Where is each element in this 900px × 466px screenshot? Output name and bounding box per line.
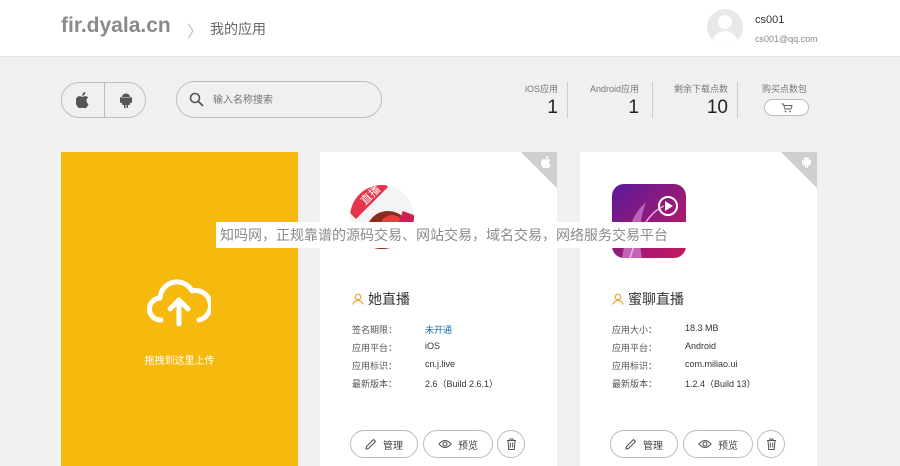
- info-value: Android: [685, 341, 717, 351]
- apple-icon: [541, 156, 551, 168]
- info-value: iOS: [425, 341, 441, 351]
- platform-filter: [61, 82, 146, 118]
- info-key: 应用标识：: [612, 361, 658, 371]
- info-value: 1.2.4（Build 13）: [685, 379, 756, 389]
- user-name[interactable]: cs001: [755, 14, 784, 26]
- search-input[interactable]: [213, 91, 363, 109]
- info-key: 应用大小：: [612, 325, 658, 335]
- buy-points-label: 购买点数包: [761, 84, 807, 94]
- info-value: com.miliao.ui: [685, 359, 738, 369]
- manage-label: 管理: [643, 440, 663, 452]
- info-key: 应用平台：: [612, 343, 658, 353]
- info-key: 应用平台：: [352, 343, 398, 353]
- info-key: 最新版本：: [612, 379, 658, 389]
- stat-ios: iOS应用 1: [508, 82, 558, 119]
- info-key: 最新版本：: [352, 379, 398, 389]
- preview-label: 预览: [718, 440, 738, 452]
- stat-android: Android应用 1: [580, 82, 639, 119]
- app-name-text: 她直播: [368, 291, 410, 307]
- eye-icon: [698, 439, 712, 449]
- breadcrumb[interactable]: 我的应用: [210, 19, 266, 39]
- watermark-banner: 知吗网，正规靠谱的源码交易、网站交易，域名交易，网络服务交易平台: [216, 222, 686, 248]
- preview-label: 预览: [458, 440, 478, 452]
- breadcrumb-separator: 〉: [187, 24, 204, 41]
- manage-button[interactable]: 管理: [350, 430, 418, 458]
- cloud-upload-icon: [147, 279, 211, 327]
- manage-button[interactable]: 管理: [610, 430, 678, 458]
- edit-icon: [365, 438, 377, 450]
- android-icon: [120, 93, 132, 108]
- cart-icon: [781, 103, 793, 112]
- site-logo[interactable]: fir.dyala.cn: [61, 14, 171, 38]
- app-name[interactable]: 她直播: [352, 289, 410, 309]
- info-value[interactable]: 未开通: [425, 323, 452, 336]
- stat-android-value: 1: [628, 97, 639, 118]
- search-box: [176, 81, 382, 118]
- search-icon: [189, 92, 204, 107]
- filter-android-button[interactable]: [105, 83, 147, 117]
- edit-icon: [625, 438, 637, 450]
- trash-icon: [766, 438, 776, 450]
- stat-downloads: 剩余下载点数 10: [662, 82, 728, 119]
- app-name-text: 蜜聊直播: [628, 291, 684, 307]
- trash-icon: [506, 438, 516, 450]
- delete-button[interactable]: [497, 430, 525, 458]
- app-name[interactable]: 蜜聊直播: [612, 289, 684, 309]
- stat-android-label: Android应用: [589, 84, 639, 94]
- info-value: 2.6（Build 2.6.1）: [425, 379, 499, 389]
- android-icon: [802, 157, 811, 168]
- info-value: 18.3 MB: [685, 323, 719, 333]
- avatar[interactable]: [707, 9, 743, 45]
- info-value: cn.j.live: [425, 359, 456, 369]
- top-header: fir.dyala.cn 〉 我的应用 cs001 cs001@qq.com: [0, 0, 900, 57]
- upload-label: 拖拽到这里上传: [144, 356, 215, 367]
- eye-icon: [438, 439, 452, 449]
- buy-points: 购买点数包: [762, 82, 809, 116]
- stat-downloads-value: 10: [706, 97, 728, 118]
- apple-icon: [76, 92, 89, 108]
- user-icon: [612, 293, 624, 305]
- stat-downloads-label: 剩余下载点数: [673, 84, 728, 94]
- delete-button[interactable]: [757, 430, 785, 458]
- cart-button[interactable]: [764, 99, 809, 116]
- user-email: cs001@qq.com: [755, 34, 818, 44]
- stat-ios-label: iOS应用: [524, 84, 558, 94]
- user-icon: [352, 293, 364, 305]
- stat-ios-value: 1: [547, 97, 558, 118]
- app-card[interactable]: 直播 她直播 签名期限： 未开通 应用平台： iOS 应用标识： cn.j.live …: [320, 152, 557, 466]
- preview-button[interactable]: 预览: [683, 430, 753, 458]
- upload-dropzone[interactable]: 拖拽到这里上传: [61, 152, 298, 466]
- info-key: 签名期限：: [352, 325, 398, 335]
- preview-button[interactable]: 预览: [423, 430, 493, 458]
- app-card[interactable]: 蜜聊直播 应用大小： 18.3 MB 应用平台： Android 应用标识： com.…: [580, 152, 817, 466]
- filter-ios-button[interactable]: [62, 83, 104, 117]
- manage-label: 管理: [383, 440, 403, 452]
- info-key: 应用标识：: [352, 361, 398, 371]
